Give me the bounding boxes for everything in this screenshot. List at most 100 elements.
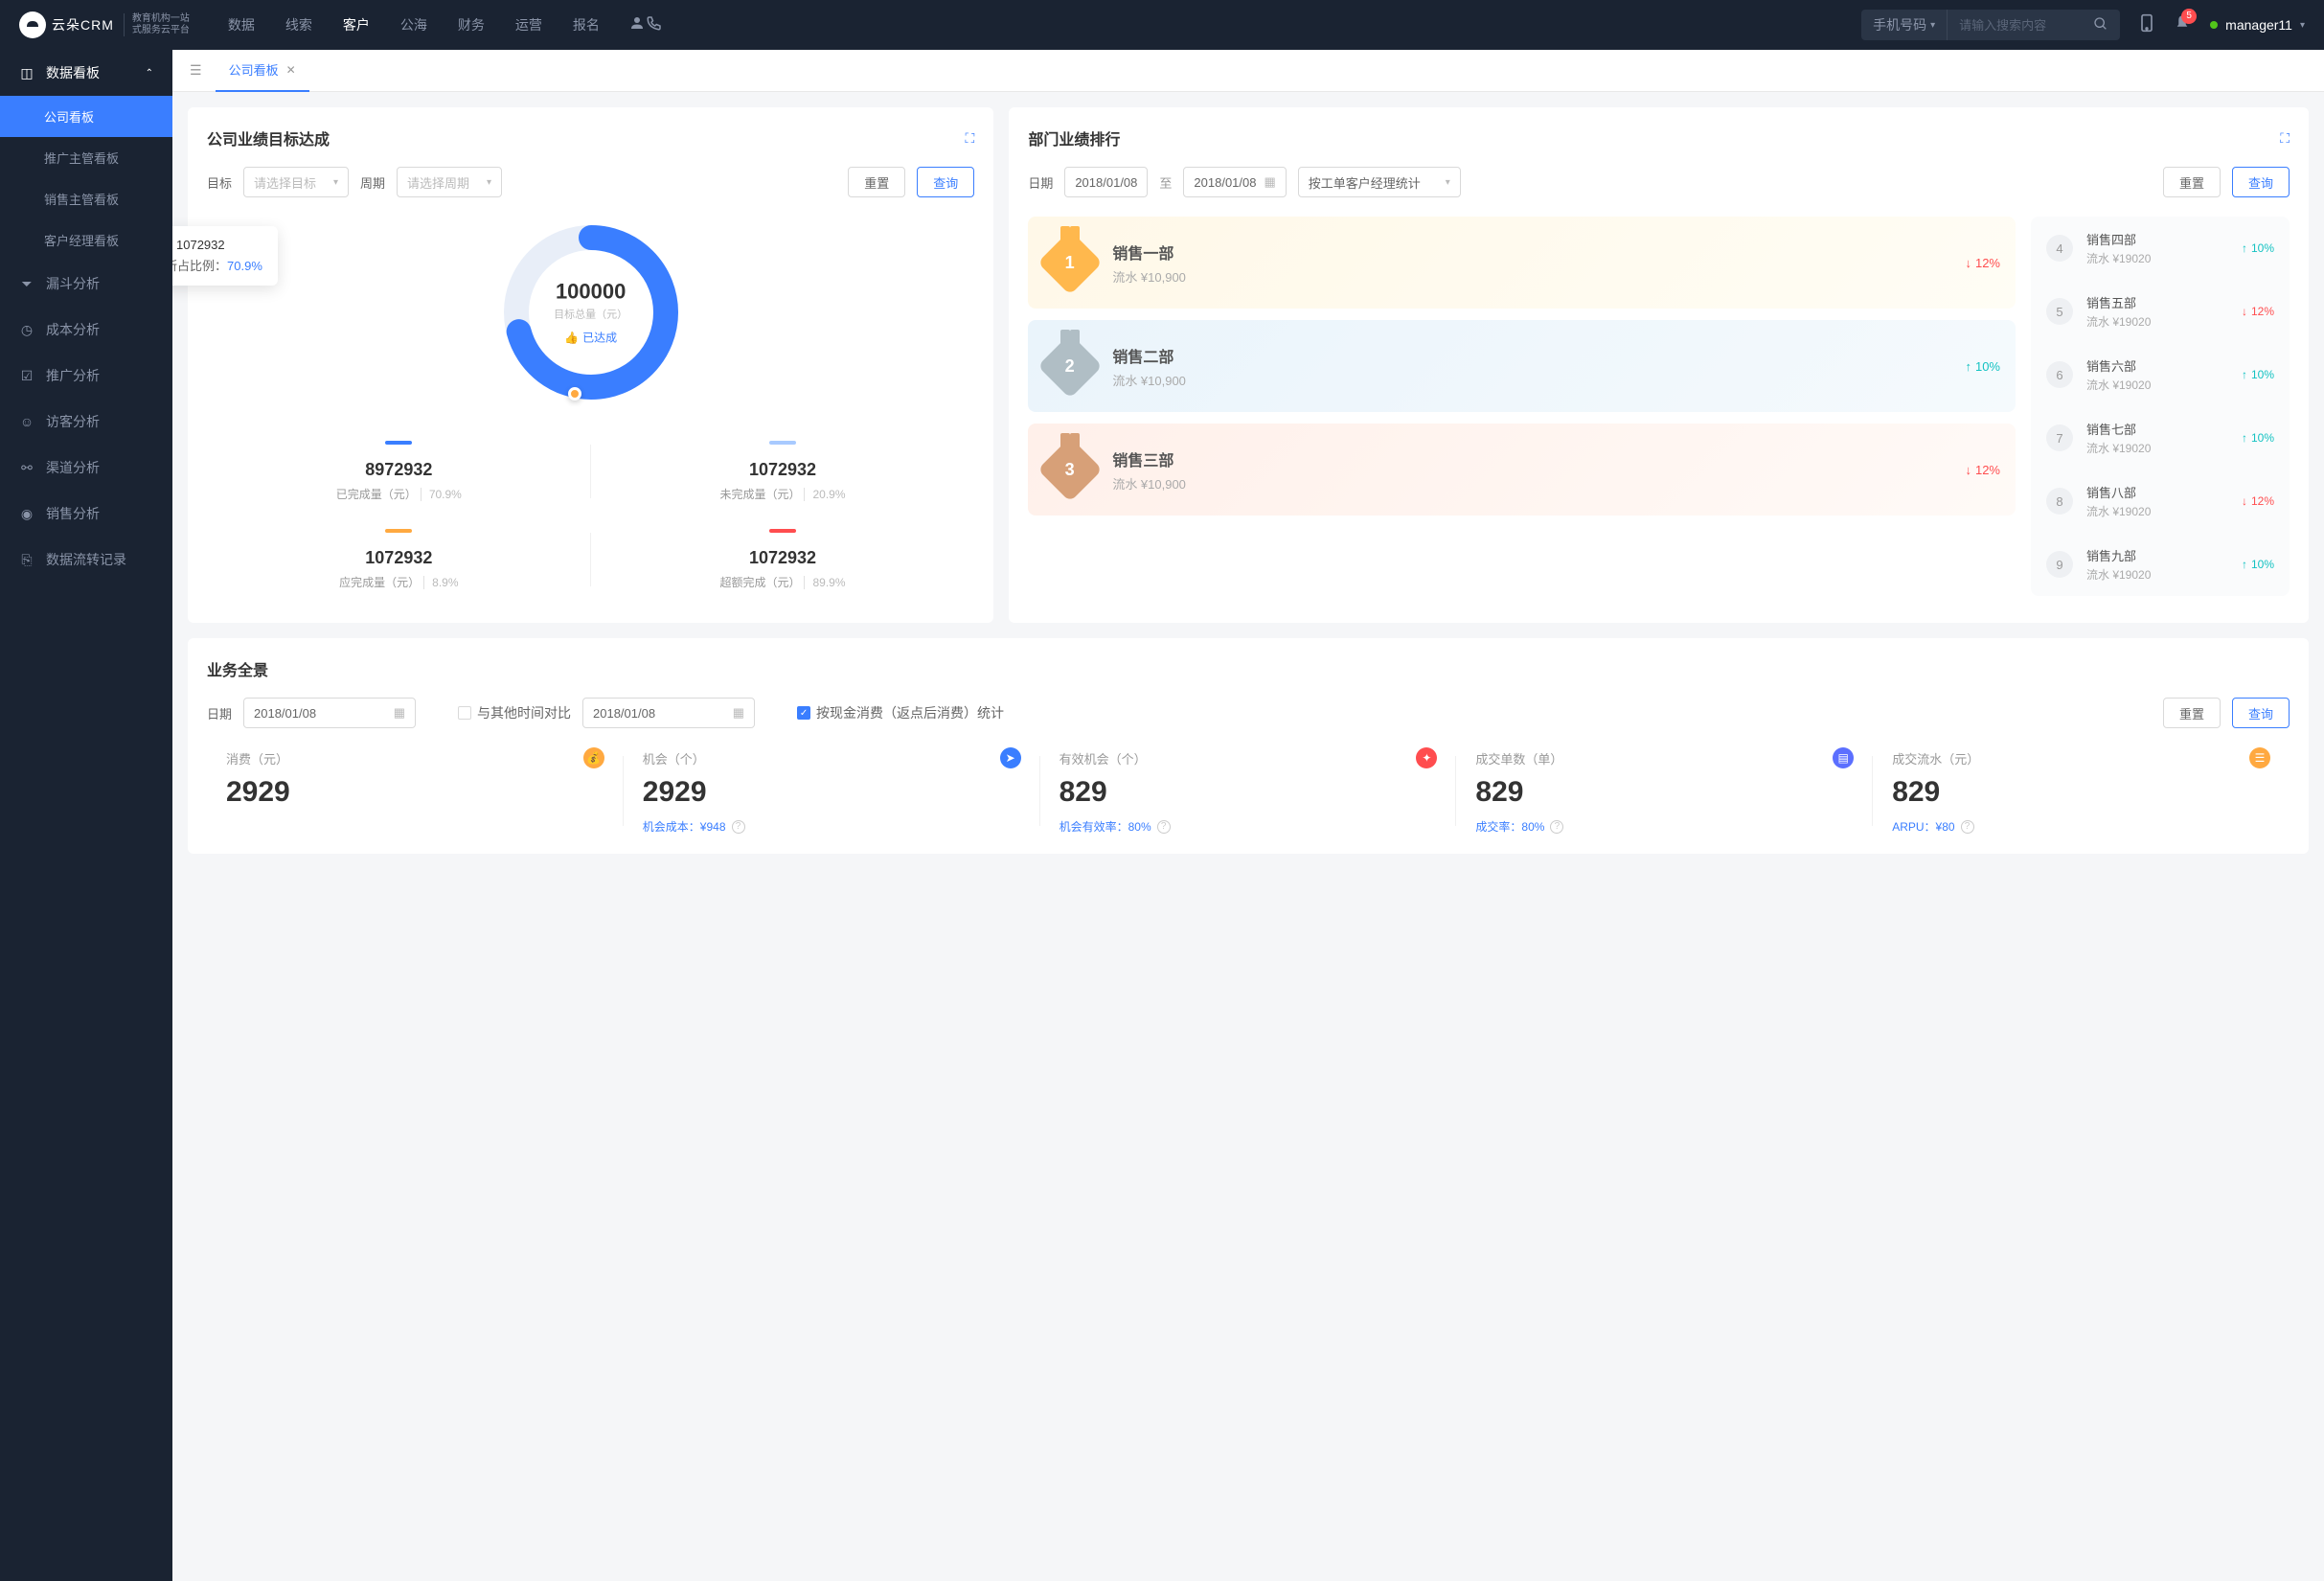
sidebar-toggle-icon[interactable]: ☰: [184, 62, 208, 79]
date-to-input[interactable]: 2018/01/08 ▦: [1183, 167, 1286, 197]
reset-button[interactable]: 重置: [2163, 167, 2221, 197]
chart-icon: ☑: [19, 368, 34, 384]
date1-input[interactable]: 2018/01/08▦: [243, 698, 416, 728]
flow-icon: ⎘: [19, 552, 34, 568]
overview-foot: 成交率：80%?: [1475, 818, 1854, 835]
checkbox-icon: [458, 706, 471, 720]
query-button[interactable]: 查询: [2232, 698, 2290, 728]
search-icon[interactable]: [2082, 16, 2120, 34]
sidebar: ◫ 数据看板 ⌃ 公司看板推广主管看板销售主管看板客户经理看板 ⏷漏斗分析◷成本…: [0, 50, 172, 1581]
metric-icon: ✦: [1416, 747, 1437, 768]
donut-total: 100000: [554, 280, 627, 305]
stat-item: 1072932未完成量（元）20.9%: [591, 427, 975, 516]
nav-item[interactable]: 运营: [515, 15, 542, 34]
mobile-icon[interactable]: [2139, 13, 2154, 37]
stat-bar: [769, 441, 796, 445]
medal-icon: 1: [1043, 236, 1097, 289]
sidebar-item[interactable]: ☺访客分析: [0, 399, 172, 445]
user-menu[interactable]: manager11 ▾: [2210, 17, 2305, 33]
rank-number: 8: [2046, 488, 2073, 515]
sidebar-item[interactable]: ◷成本分析: [0, 307, 172, 353]
nav-item[interactable]: 客户: [343, 15, 370, 34]
sidebar-item[interactable]: ⚯渠道分析: [0, 445, 172, 491]
nav-item[interactable]: 线索: [285, 15, 312, 34]
expand-icon[interactable]: ⛶: [2280, 130, 2290, 147]
nav-item[interactable]: 公海: [400, 15, 427, 34]
card-title: 部门业绩排行: [1028, 126, 1120, 149]
user-icon[interactable]: [628, 14, 646, 36]
stat-item: 1072932超额完成（元）89.9%: [591, 516, 975, 604]
tab-company-dashboard[interactable]: 公司看板 ✕: [216, 50, 309, 92]
phone-icon[interactable]: [646, 14, 663, 36]
department-ranking-card: 部门业绩排行 ⛶ 日期 2018/01/08 至 2018/01/08 ▦: [1009, 107, 2309, 623]
help-icon[interactable]: ?: [1157, 820, 1171, 834]
logo-text: 云朵CRM: [52, 15, 114, 34]
sidebar-sub-item[interactable]: 公司看板: [0, 96, 172, 137]
stat-label: 已完成量（元）70.9%: [207, 486, 591, 502]
dashboard-icon: ◫: [19, 65, 34, 81]
date-from-input[interactable]: 2018/01/08: [1064, 167, 1148, 197]
nav-item[interactable]: 报名: [573, 15, 600, 34]
period-select[interactable]: 请选择周期▾: [397, 167, 502, 197]
sidebar-item[interactable]: ⎘数据流转记录: [0, 537, 172, 583]
query-button[interactable]: 查询: [2232, 167, 2290, 197]
arrow-icon: ↓: [1965, 463, 1971, 477]
stat-value: 8972932: [207, 460, 591, 480]
sidebar-sub-item[interactable]: 销售主管看板: [0, 178, 172, 219]
chevron-down-icon: ▾: [2300, 20, 2305, 31]
date-label: 日期: [1028, 173, 1053, 192]
rank-number: 9: [2046, 551, 2073, 578]
overview-value: 2929: [643, 776, 1021, 809]
rank-pct: ↑ 10%: [2242, 431, 2274, 445]
arrow-icon: ↑: [1965, 359, 1971, 374]
compare-checkbox[interactable]: 与其他时间对比: [458, 703, 571, 722]
main-area: ☰ 公司看板 ✕ 公司业绩目标达成 ⛶ 目标: [172, 50, 2324, 1581]
expand-icon[interactable]: ⛶: [966, 130, 975, 147]
rank-row: 6销售六部流水 ¥19020↑ 10%: [2031, 343, 2290, 406]
sidebar-item[interactable]: ☑推广分析: [0, 353, 172, 399]
nav-item[interactable]: 数据: [228, 15, 255, 34]
metric-icon: ☰: [2249, 747, 2270, 768]
overview-label: 消费（元）: [226, 749, 288, 768]
help-icon[interactable]: ?: [732, 820, 745, 834]
rank-sub: 流水 ¥19020: [2086, 440, 2228, 456]
overview-label: 有效机会（个）: [1059, 749, 1147, 768]
sidebar-sub-item[interactable]: 推广主管看板: [0, 137, 172, 178]
nav-item[interactable]: 财务: [458, 15, 485, 34]
rank-name: 销售八部: [2086, 483, 2228, 501]
overview-foot: ARPU：¥80?: [1892, 818, 2270, 835]
sidebar-group-dashboard[interactable]: ◫ 数据看板 ⌃: [0, 50, 172, 96]
sidebar-item[interactable]: ⏷漏斗分析: [0, 261, 172, 307]
query-button[interactable]: 查询: [917, 167, 974, 197]
overview-value: 2929: [226, 776, 604, 809]
logo: 云朵CRM 教育机构一站 式服务云平台: [19, 11, 190, 38]
reset-button[interactable]: 重置: [848, 167, 905, 197]
bell-icon[interactable]: 5: [2174, 14, 2191, 36]
date2-input[interactable]: 2018/01/08▦: [582, 698, 755, 728]
stat-label: 超额完成（元）89.9%: [591, 574, 975, 590]
rank-name: 销售四部: [2086, 230, 2228, 248]
rank-sub: 流水 ¥19020: [2086, 503, 2228, 519]
sidebar-item[interactable]: ◉销售分析: [0, 491, 172, 537]
calendar-icon: ▦: [733, 705, 744, 721]
chevron-down-icon: ▾: [333, 177, 338, 188]
rank-top-card: 3销售三部流水 ¥10,900↓12%: [1028, 424, 2016, 516]
help-icon[interactable]: ?: [1550, 820, 1563, 834]
close-icon[interactable]: ✕: [286, 63, 296, 77]
stat-type-select[interactable]: 按工单客户经理统计▾: [1298, 167, 1461, 197]
rank-row: 8销售八部流水 ¥19020↓ 12%: [2031, 470, 2290, 533]
rank-name: 销售一部: [1112, 241, 1949, 264]
search-input[interactable]: [1948, 18, 2082, 33]
card-title: 公司业绩目标达成: [207, 126, 330, 149]
cash-consume-checkbox[interactable]: ✓ 按现金消费（返点后消费）统计: [797, 703, 1004, 722]
search-type-select[interactable]: 手机号码 ▾: [1861, 10, 1948, 40]
card-title: 业务全景: [207, 657, 268, 680]
sidebar-sub-item[interactable]: 客户经理看板: [0, 219, 172, 261]
target-select[interactable]: 请选择目标▾: [243, 167, 349, 197]
overview-foot: 机会有效率：80%?: [1059, 818, 1438, 835]
help-icon[interactable]: ?: [1961, 820, 1974, 834]
calendar-icon: ▦: [394, 705, 405, 721]
reset-button[interactable]: 重置: [2163, 698, 2221, 728]
arrow-icon: ↑: [2242, 431, 2247, 445]
overview-label: 机会（个）: [643, 749, 705, 768]
